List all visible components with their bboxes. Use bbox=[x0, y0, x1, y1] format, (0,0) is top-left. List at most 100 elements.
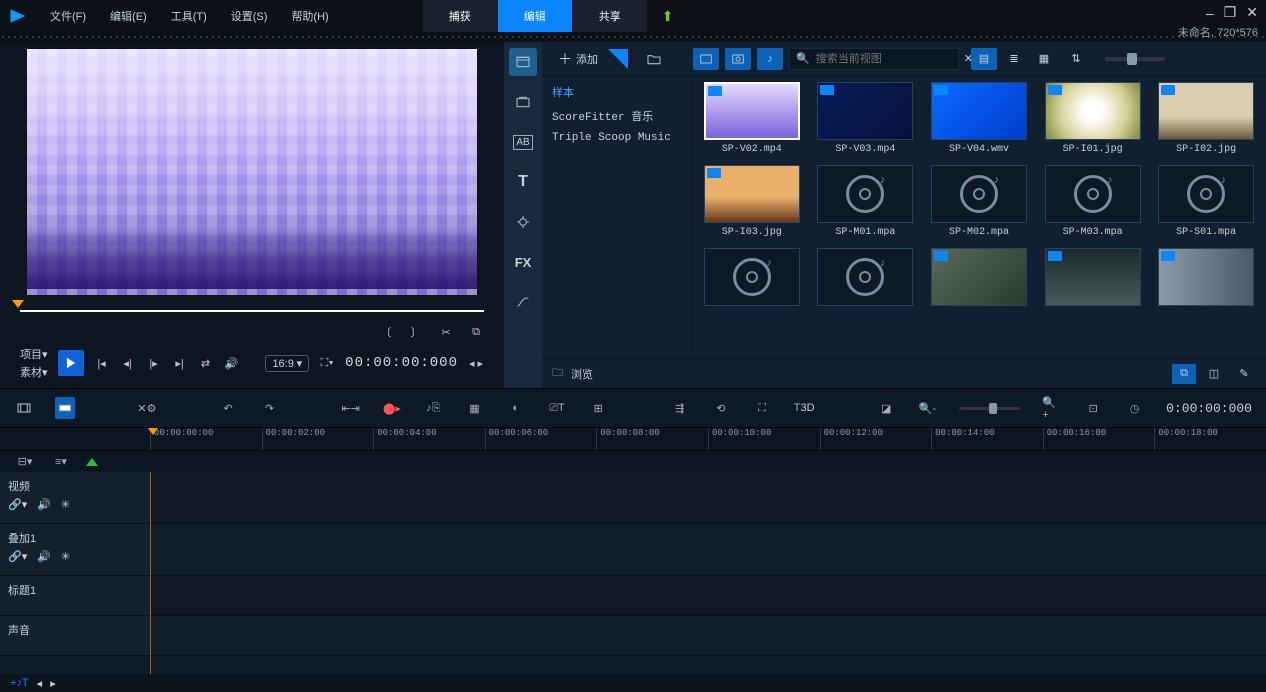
library-search[interactable]: 🔍 ✕ bbox=[789, 48, 959, 70]
browse-label[interactable]: 浏览 bbox=[571, 366, 593, 382]
menu-settings[interactable]: 设置(S) bbox=[221, 4, 278, 28]
seek-bar[interactable] bbox=[20, 302, 484, 322]
step-back-icon[interactable]: ◂| bbox=[120, 355, 136, 371]
library-item[interactable]: SP-V02.mp4 bbox=[702, 82, 802, 155]
motion-icon[interactable]: ⇶ bbox=[670, 397, 689, 419]
add-media-button[interactable]: ＋添加 bbox=[550, 46, 606, 72]
loop-icon[interactable]: ⇄ bbox=[198, 355, 214, 371]
tab-share[interactable]: 共享 bbox=[573, 0, 648, 32]
mark-out-icon[interactable]: 〕 bbox=[408, 324, 424, 340]
timeline-view-icon[interactable] bbox=[55, 397, 75, 419]
mute-icon[interactable]: 🔊 bbox=[37, 550, 51, 563]
filter-audio-icon[interactable]: ♪ bbox=[757, 48, 783, 70]
library-item[interactable] bbox=[1043, 248, 1143, 310]
subtitle-icon[interactable]: ⎚T bbox=[547, 397, 566, 419]
multicam-icon[interactable]: ▦ bbox=[465, 397, 484, 419]
chapter-icon[interactable]: ⊞ bbox=[589, 397, 608, 419]
scroll-up-icon[interactable] bbox=[86, 458, 98, 466]
fit-project-icon[interactable]: ⊡ bbox=[1084, 397, 1103, 419]
sort-icon[interactable]: ⇅ bbox=[1063, 48, 1089, 70]
track-opt2-icon[interactable]: ≡▾ bbox=[50, 451, 72, 473]
minimize-button[interactable]: – bbox=[1206, 5, 1214, 21]
lib-tab-path[interactable] bbox=[509, 288, 537, 316]
track-body[interactable] bbox=[150, 576, 1266, 615]
library-item[interactable]: SP-I01.jpg bbox=[1043, 82, 1143, 155]
lib-tab-instant[interactable] bbox=[509, 88, 537, 116]
preview-video[interactable] bbox=[26, 48, 478, 296]
filter-video-icon[interactable] bbox=[693, 48, 719, 70]
library-item[interactable]: ♪ bbox=[702, 248, 802, 310]
clip-mode-label[interactable]: 素材▾ bbox=[20, 364, 48, 380]
maximize-button[interactable]: ❐ bbox=[1224, 4, 1237, 21]
footer-panel1-icon[interactable]: ⧉ bbox=[1172, 364, 1196, 384]
library-item[interactable]: ♪SP-M01.mpa bbox=[816, 165, 916, 238]
split-icon[interactable]: ✂ bbox=[438, 324, 454, 340]
tab-capture[interactable]: 捕获 bbox=[423, 0, 498, 32]
mute-icon[interactable]: 🔊 bbox=[37, 498, 51, 511]
timeline-ruler[interactable]: 00:00:00:0000:00:02:0000:00:04:0000:00:0… bbox=[0, 428, 1266, 450]
track-head-video[interactable]: 视频 🔗▾🔊✳ bbox=[0, 472, 150, 523]
search-input[interactable] bbox=[816, 53, 958, 65]
timeline-zoom-slider[interactable] bbox=[959, 407, 1020, 410]
go-end-icon[interactable]: ▸| bbox=[172, 355, 188, 371]
track-head-overlay1[interactable]: 叠加1 🔗▾🔊✳ bbox=[0, 524, 150, 575]
footer-panel2-icon[interactable]: ◫ bbox=[1202, 364, 1226, 384]
fx-icon[interactable]: ✳ bbox=[61, 498, 70, 511]
track-head-title1[interactable]: 标题1 bbox=[0, 576, 150, 615]
library-item[interactable]: SP-I02.jpg bbox=[1156, 82, 1256, 155]
rotate-icon[interactable]: ⟲ bbox=[711, 397, 730, 419]
zoom-in-icon[interactable]: 🔍+ bbox=[1042, 397, 1061, 419]
timeline-timecode[interactable]: 0:00:00:000 bbox=[1166, 401, 1252, 416]
library-item[interactable]: ♪SP-M03.mpa bbox=[1043, 165, 1143, 238]
category-sample[interactable]: 样本 bbox=[552, 84, 681, 100]
lib-tab-transition[interactable]: AB bbox=[509, 128, 537, 156]
storyboard-view-icon[interactable] bbox=[14, 397, 33, 419]
lib-tab-graphic[interactable] bbox=[509, 208, 537, 236]
scroll-right-icon[interactable]: ▸ bbox=[50, 677, 56, 690]
library-item[interactable]: SP-I03.jpg bbox=[702, 165, 802, 238]
menu-help[interactable]: 帮助(H) bbox=[281, 4, 338, 28]
track-body[interactable] bbox=[150, 616, 1266, 655]
category-triplescoop[interactable]: Triple Scoop Music bbox=[552, 132, 681, 144]
aspect-ratio-selector[interactable]: 16:9 ▾ bbox=[265, 355, 309, 372]
menu-edit[interactable]: 编辑(E) bbox=[100, 4, 157, 28]
panel-grip-top[interactable] bbox=[0, 32, 1266, 42]
track-head-audio[interactable]: 声音 bbox=[0, 616, 150, 655]
link-icon[interactable]: 🔗▾ bbox=[8, 550, 27, 563]
view-list-icon[interactable]: ≣ bbox=[1001, 48, 1027, 70]
record-icon[interactable]: ⬤▸ bbox=[382, 397, 401, 419]
browse-folder-icon[interactable]: 🗀 bbox=[552, 364, 563, 383]
close-button[interactable]: ✕ bbox=[1246, 4, 1258, 21]
category-scorefitter[interactable]: ScoreFitter 音乐 bbox=[552, 108, 681, 124]
crop-icon[interactable]: ⛶ bbox=[752, 397, 771, 419]
step-fwd-icon[interactable]: |▸ bbox=[146, 355, 162, 371]
library-item[interactable]: SP-V04.wmv bbox=[929, 82, 1029, 155]
undo-icon[interactable]: ↶ bbox=[219, 397, 238, 419]
pin-icon[interactable] bbox=[608, 49, 628, 69]
library-item[interactable] bbox=[929, 248, 1029, 310]
library-item[interactable]: ♪SP-M02.mpa bbox=[929, 165, 1029, 238]
library-item[interactable]: ♪ bbox=[816, 248, 916, 310]
track-opt1-icon[interactable]: ⊟▾ bbox=[14, 451, 36, 473]
library-item[interactable]: SP-V03.mp4 bbox=[816, 82, 916, 155]
timecode-nav-icon[interactable]: ◂ ▸ bbox=[468, 355, 484, 371]
redo-icon[interactable]: ↷ bbox=[260, 397, 279, 419]
menu-file[interactable]: 文件(F) bbox=[40, 4, 96, 28]
clock-icon[interactable]: ◷ bbox=[1125, 397, 1144, 419]
library-item[interactable]: ♪SP-S01.mpa bbox=[1156, 165, 1256, 238]
filter-photo-icon[interactable] bbox=[725, 48, 751, 70]
upload-icon[interactable]: ⬆ bbox=[662, 8, 674, 25]
lib-tab-filter[interactable]: FX bbox=[509, 248, 537, 276]
marker-icon[interactable]: ◪ bbox=[877, 397, 896, 419]
volume-icon[interactable]: 🔊 bbox=[224, 355, 240, 371]
footer-edit-icon[interactable]: ✎ bbox=[1232, 364, 1256, 384]
playhead-icon[interactable] bbox=[12, 300, 24, 308]
thumb-zoom-slider[interactable] bbox=[1105, 57, 1165, 61]
project-mode-label[interactable]: 项目▾ bbox=[20, 346, 48, 362]
menu-tools[interactable]: 工具(T) bbox=[161, 4, 217, 28]
zoom-out-icon[interactable]: 🔍- bbox=[918, 397, 937, 419]
mask-icon[interactable]: ◐ bbox=[506, 397, 525, 419]
trim-range-icon[interactable]: ⇤⇥ bbox=[341, 397, 360, 419]
audio-mixer-icon[interactable]: ♪⎘ bbox=[424, 397, 443, 419]
lib-tab-title[interactable]: T bbox=[509, 168, 537, 196]
